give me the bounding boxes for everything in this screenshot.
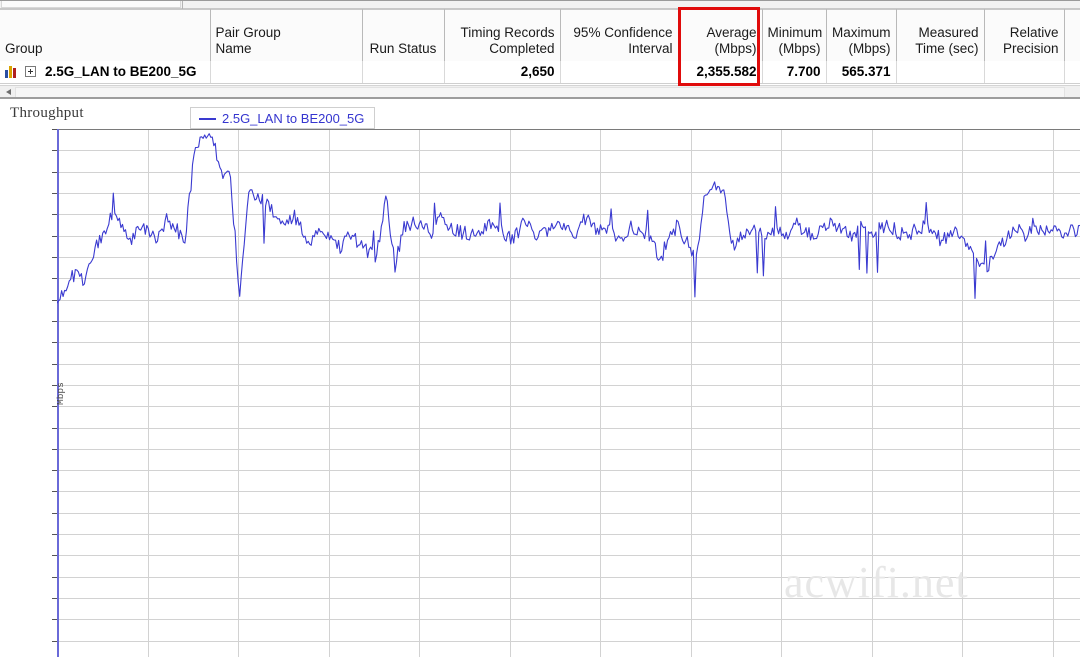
cell-relative-precision <box>984 61 1065 84</box>
cell-spare <box>1064 61 1080 84</box>
header-row: Group Pair Group Name Run Status Timing … <box>0 9 1080 62</box>
cell-pair-group-name <box>210 61 363 84</box>
results-grid-header: Group Pair Group Name Run Status Timing … <box>0 9 1080 62</box>
col-header-timing-records-completed[interactable]: Timing Records Completed <box>444 9 561 62</box>
cell-maximum-mbps: 565.371 <box>826 61 897 84</box>
col-header-run-status[interactable]: Run Status <box>362 9 445 62</box>
cell-group[interactable]: 2.5G_LAN to BE200_5G <box>0 61 211 84</box>
col-header-measured-time-sec[interactable]: Measured Time (sec) <box>896 9 985 62</box>
chart-plot-area: 2,8332,7342,6342,5342,4342,3342,2342,134… <box>52 129 1080 657</box>
col-header-confidence-interval[interactable]: 95% Confidence Interval <box>560 9 679 62</box>
cell-measured-time-sec <box>896 61 985 84</box>
cell-timing-records-completed: 2,650 <box>444 61 561 84</box>
throughput-chart: Throughput 2.5G_LAN to BE200_5G 2,8332,7… <box>0 99 1080 657</box>
col-header-relative-precision[interactable]: Relative Precision <box>984 9 1065 62</box>
chart-title: Throughput <box>10 105 84 121</box>
series-polyline <box>57 134 1080 304</box>
legend-label: 2.5G_LAN to BE200_5G <box>222 111 365 126</box>
cell-average-mbps: 2,355.582 <box>678 61 763 84</box>
grid-top-strip-divider <box>182 1 183 9</box>
table-row[interactable]: 2.5G_LAN to BE200_5G 2,650 2,355.582 7.7… <box>0 61 1080 84</box>
col-header-minimum-mbps[interactable]: Minimum (Mbps) <box>762 9 827 62</box>
legend-line-swatch <box>199 117 216 120</box>
col-header-average-mbps[interactable]: Average (Mbps) <box>678 9 763 62</box>
chart-series-line <box>57 129 1080 657</box>
grid-top-strip <box>0 1 1080 9</box>
results-grid: Group Pair Group Name Run Status Timing … <box>0 0 1080 99</box>
col-header-pair-group-name[interactable]: Pair Group Name <box>210 9 363 62</box>
grid-top-strip-panel <box>1 1 181 8</box>
cell-group-label: 2.5G_LAN to BE200_5G <box>45 64 197 80</box>
cell-minimum-mbps: 7.700 <box>762 61 827 84</box>
col-header-group[interactable]: Group <box>0 9 211 62</box>
cell-confidence-interval <box>560 61 679 84</box>
col-header-maximum-mbps[interactable]: Maximum (Mbps) <box>826 9 897 62</box>
col-header-spare <box>1064 9 1080 62</box>
cell-run-status <box>362 61 445 84</box>
expand-plus-icon[interactable] <box>25 66 36 78</box>
chart-legend[interactable]: 2.5G_LAN to BE200_5G <box>190 107 376 129</box>
throughput-results-window: Group Pair Group Name Run Status Timing … <box>0 0 1080 657</box>
results-grid-body: 2.5G_LAN to BE200_5G 2,650 2,355.582 7.7… <box>0 61 1080 84</box>
bar-chart-icon <box>5 66 18 79</box>
